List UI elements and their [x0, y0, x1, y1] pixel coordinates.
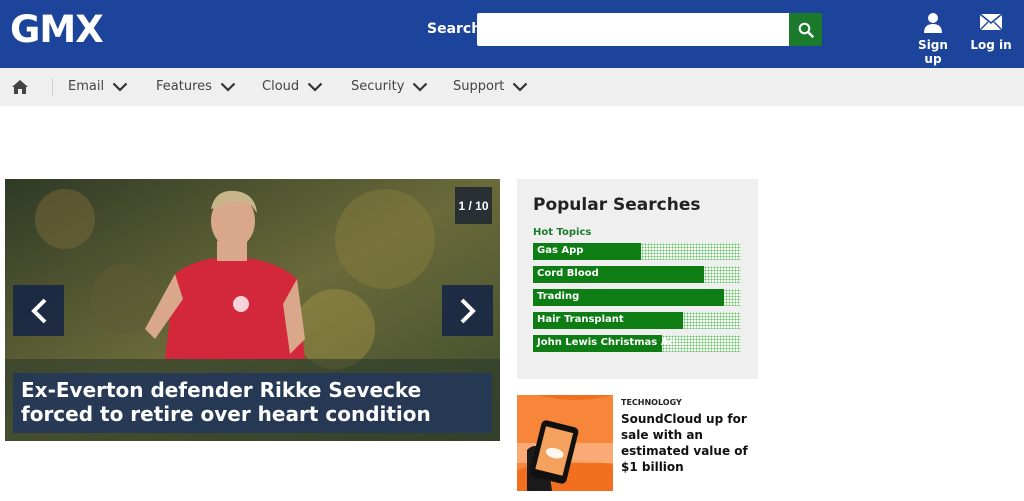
nav-item-features[interactable]: Features [156, 79, 236, 94]
popular-search-label: John Lewis Christmas Ad... [537, 337, 688, 348]
nav-item-cloud[interactable]: Cloud [262, 79, 323, 94]
popular-search-label: Cord Blood [537, 268, 599, 279]
chevron-down-icon [112, 82, 128, 92]
popular-search-label: Hair Transplant [537, 314, 624, 325]
popular-searches-panel: Popular Searches Hot Topics Gas App Cord … [517, 179, 758, 379]
nav-item-label: Support [453, 79, 505, 94]
article-thumbnail[interactable] [517, 395, 613, 491]
popular-search-label: Trading [537, 291, 580, 302]
nav-item-support[interactable]: Support [453, 79, 528, 94]
nav-item-label: Email [68, 79, 105, 94]
search-input[interactable] [477, 13, 789, 46]
slide-caption[interactable]: Ex-Everton defender Rikke Sevecke forced… [13, 373, 492, 433]
slider-prev-button[interactable] [13, 285, 64, 336]
nav-item-label: Security [351, 79, 405, 94]
nav-item-security[interactable]: Security [351, 79, 428, 94]
search-icon [798, 22, 814, 38]
slide-counter: 1 / 10 [455, 187, 492, 224]
search-label: Search [427, 21, 482, 37]
nav-item-label: Cloud [262, 79, 300, 94]
chevron-left-icon [30, 298, 46, 323]
article-category: TECHNOLOGY [621, 398, 682, 407]
popular-search-item[interactable]: Cord Blood [533, 266, 741, 283]
main-nav: Email Features Cloud Security Support [0, 68, 1024, 106]
popular-search-item[interactable]: Hair Transplant [533, 312, 741, 329]
nav-item-label: Features [156, 79, 212, 94]
chevron-down-icon [220, 82, 236, 92]
nav-divider [52, 78, 53, 96]
user-icon [924, 13, 942, 33]
nav-item-email[interactable]: Email [68, 79, 128, 94]
login-button[interactable]: Log in [966, 12, 1016, 52]
popular-search-item[interactable]: John Lewis Christmas Ad... [533, 335, 741, 352]
login-label: Log in [970, 38, 1012, 52]
soundcloud-phone-image [517, 395, 613, 491]
chevron-down-icon [307, 82, 323, 92]
popular-search-item[interactable]: Trading [533, 289, 741, 306]
chevron-right-icon [460, 298, 476, 323]
chevron-down-icon [413, 82, 428, 92]
popular-search-item[interactable]: Gas App [533, 243, 741, 260]
gmx-logo[interactable]: GMX [10, 10, 104, 50]
site-header: GMX Search Sign up Log in [0, 0, 1024, 68]
home-icon[interactable] [11, 79, 29, 95]
popular-searches-title: Popular Searches [533, 195, 701, 215]
chevron-down-icon [513, 82, 528, 92]
slider-next-button[interactable] [442, 285, 493, 336]
signup-button[interactable]: Sign up [908, 12, 958, 66]
search-button[interactable] [789, 13, 822, 46]
hot-topics-label: Hot Topics [533, 227, 592, 238]
article-title-link[interactable]: SoundCloud up for sale with an estimated… [621, 411, 761, 475]
signup-label: Sign up [918, 38, 948, 66]
envelope-icon [979, 13, 1003, 31]
popular-search-label: Gas App [537, 245, 584, 256]
